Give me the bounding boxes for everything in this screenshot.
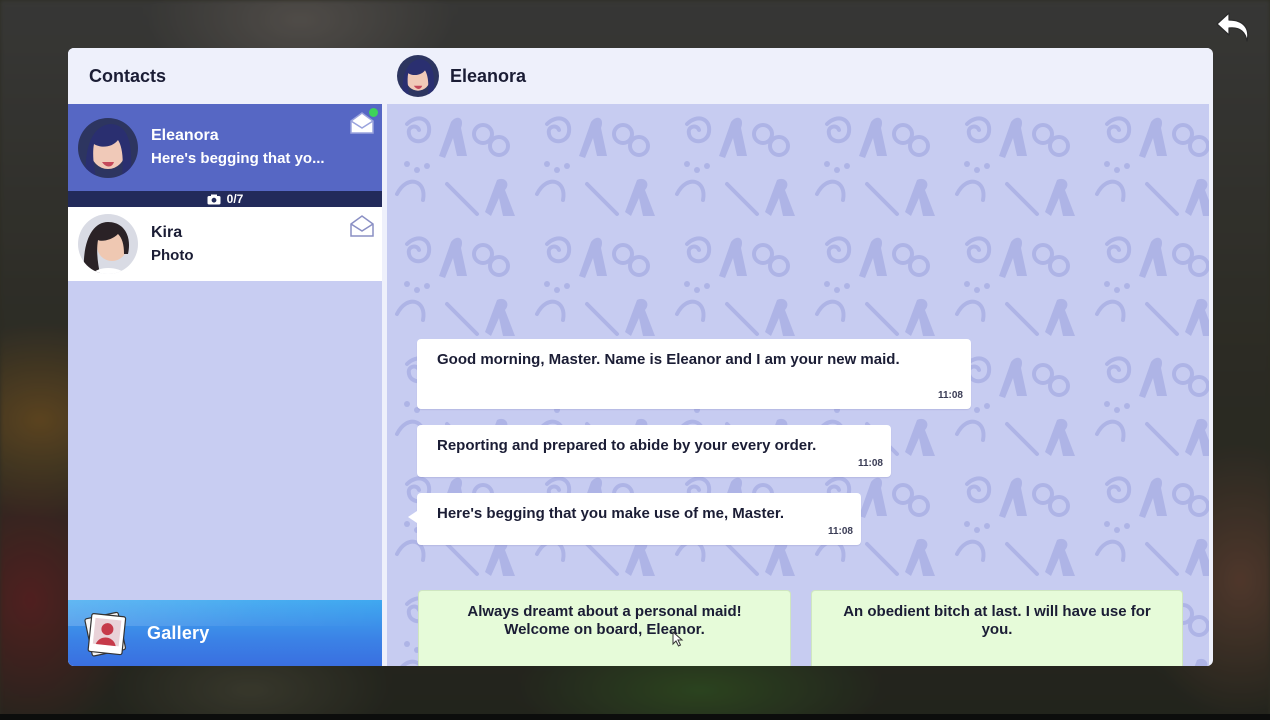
reply-choice-1[interactable]: Always dreamt about a personal maid! Wel… bbox=[418, 590, 791, 666]
online-indicator bbox=[369, 108, 378, 117]
chat-contact-name: Eleanora bbox=[450, 65, 527, 86]
gallery-photos-icon bbox=[84, 611, 127, 657]
gallery-button[interactable]: Gallery bbox=[68, 600, 382, 666]
chat-panel: Eleanora Good morning, Master. Name is E… bbox=[387, 48, 1209, 666]
message-time: 11:08 bbox=[827, 526, 853, 537]
back-button[interactable] bbox=[1212, 8, 1256, 48]
contact-preview: Photo bbox=[151, 246, 194, 264]
bubble-tail bbox=[408, 511, 417, 523]
avatar bbox=[78, 117, 138, 178]
bottom-strip bbox=[0, 714, 1270, 720]
message-time: 11:08 bbox=[937, 390, 963, 401]
photo-counter: 0/7 bbox=[68, 191, 382, 207]
message-bubble: Good morning, Master. Name is Eleanor an… bbox=[417, 339, 971, 409]
message-text: Reporting and prepared to abide by your … bbox=[437, 437, 817, 454]
avatar bbox=[397, 55, 439, 97]
choice-text: Always dreamt about a personal maid! Wel… bbox=[467, 603, 742, 638]
message-area[interactable]: Good morning, Master. Name is Eleanor an… bbox=[387, 104, 1209, 666]
message-time: 11:08 bbox=[857, 458, 883, 469]
contacts-panel: Contacts Eleanora Here's begging that yo… bbox=[68, 48, 382, 666]
back-arrow-icon bbox=[1216, 12, 1249, 42]
reply-choice-2[interactable]: An obedient bitch at last. I will have u… bbox=[811, 590, 1183, 666]
contact-item-kira[interactable]: Kira Photo bbox=[68, 207, 382, 281]
contacts-title: Contacts bbox=[68, 48, 382, 104]
mouse-cursor-icon bbox=[672, 631, 684, 647]
message-bubble: Here's begging that you make use of me, … bbox=[408, 493, 861, 545]
contact-name: Kira bbox=[151, 223, 183, 241]
gallery-label: Gallery bbox=[147, 622, 210, 643]
phone-window: Contacts Eleanora Here's begging that yo… bbox=[68, 48, 1213, 666]
contact-preview: Here's begging that yo... bbox=[151, 150, 325, 167]
chat-header: Eleanora bbox=[387, 48, 1209, 104]
contact-name: Eleanora bbox=[151, 127, 219, 144]
message-bubble: Reporting and prepared to abide by your … bbox=[417, 425, 891, 477]
camera-icon bbox=[207, 194, 221, 204]
avatar bbox=[78, 214, 138, 274]
envelope-icon bbox=[350, 215, 374, 237]
contact-item-eleanora[interactable]: Eleanora Here's begging that yo... bbox=[68, 104, 382, 191]
message-text: Good morning, Master. Name is Eleanor an… bbox=[437, 351, 900, 368]
message-text: Here's begging that you make use of me, … bbox=[437, 505, 784, 522]
photo-count: 0/7 bbox=[226, 192, 244, 206]
choice-text: An obedient bitch at last. I will have u… bbox=[843, 603, 1151, 638]
